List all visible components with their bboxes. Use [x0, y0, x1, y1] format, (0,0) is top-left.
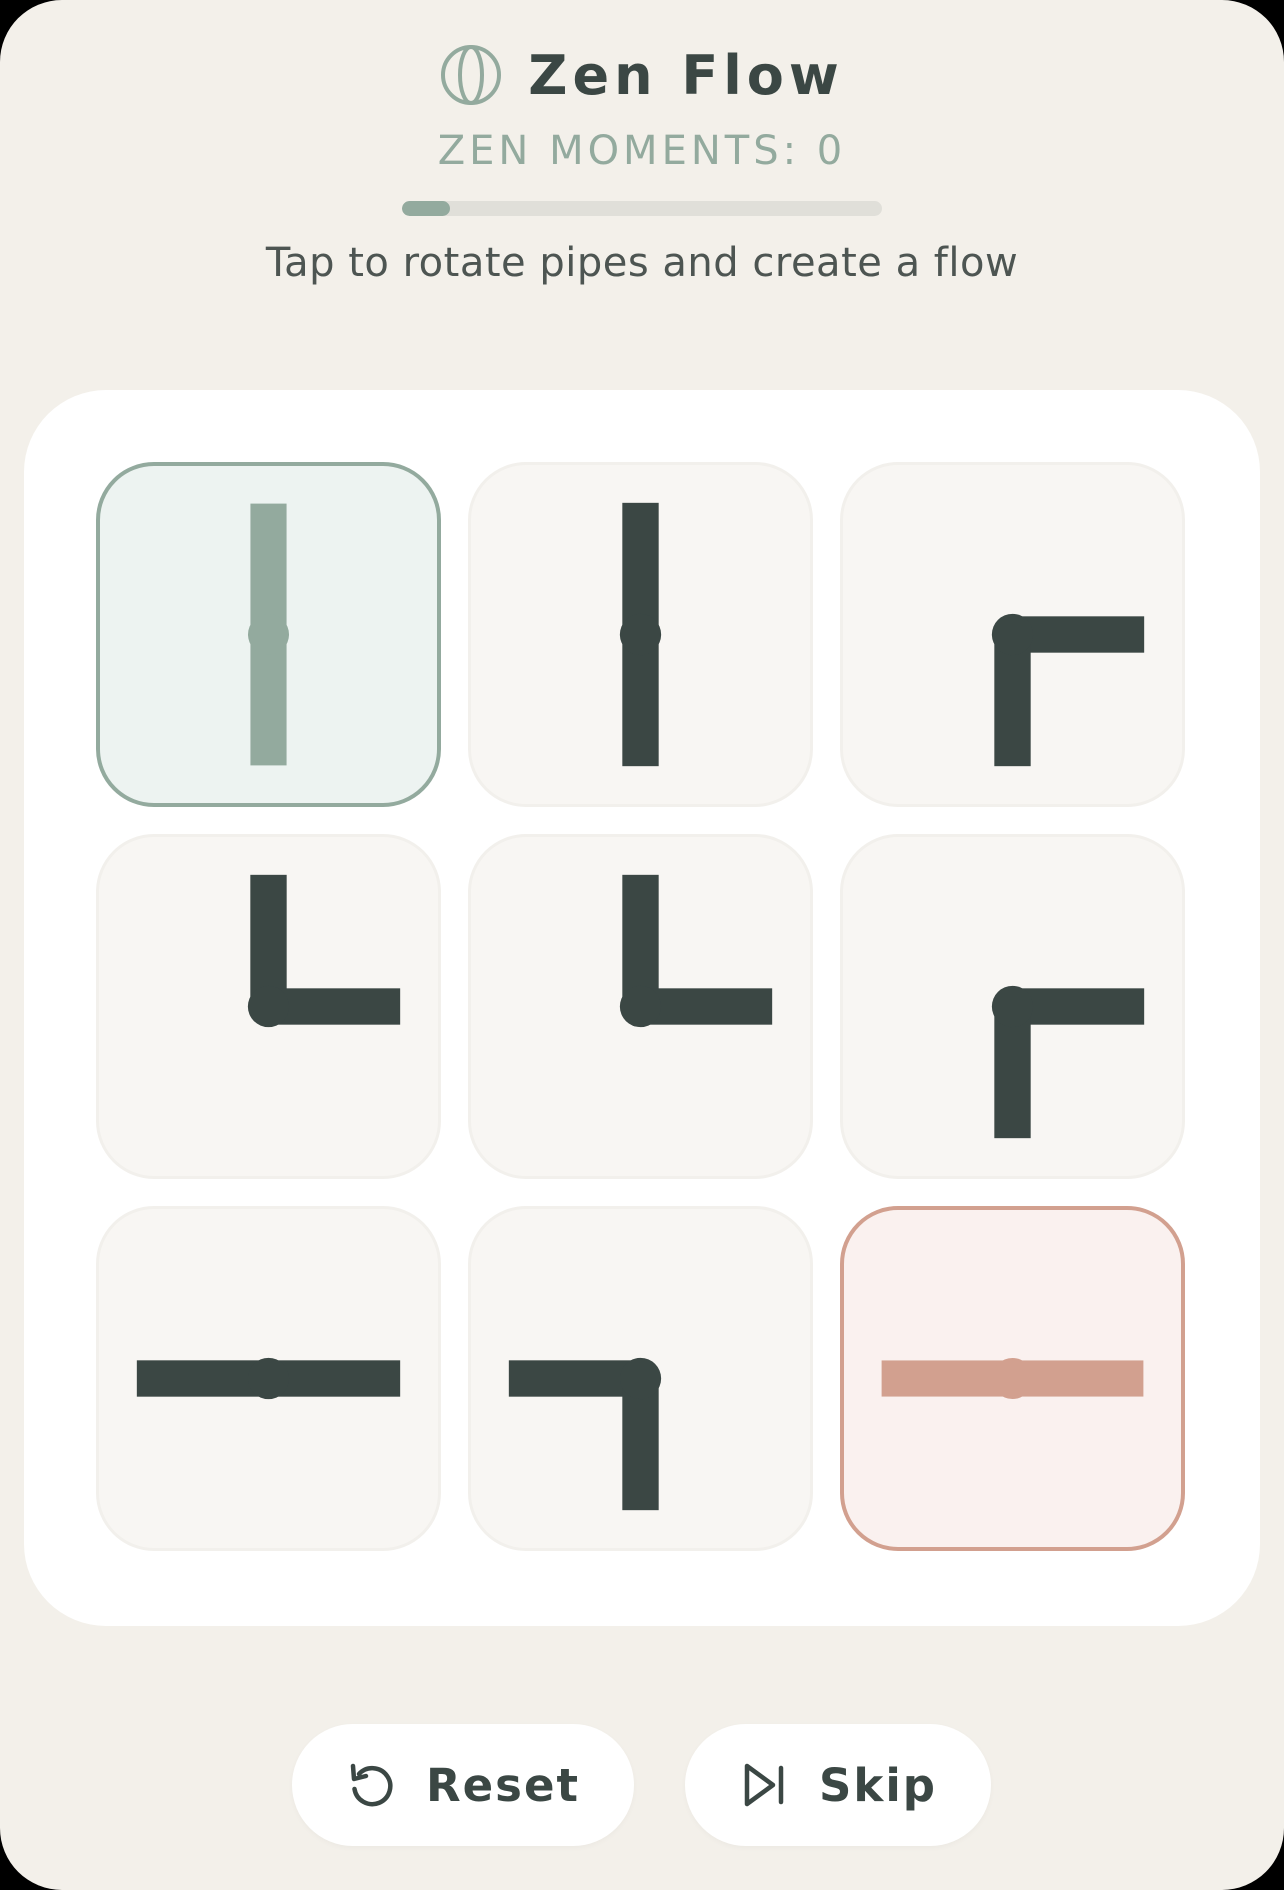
pipe-tile[interactable]	[468, 462, 813, 807]
skip-button[interactable]: Skip	[685, 1724, 991, 1846]
puzzle-board	[24, 390, 1260, 1626]
instruction-text: Tap to rotate pipes and create a flow	[265, 240, 1019, 286]
pipe-tile[interactable]	[840, 834, 1185, 1179]
elbow-pipe-icon	[619, 874, 773, 1028]
progress-bar-fill	[402, 201, 450, 216]
pipe-joint-dot	[991, 613, 1034, 656]
zen-circle-icon	[441, 45, 502, 105]
pipe-joint-dot	[247, 613, 290, 656]
pipe-joint-dot	[247, 1357, 290, 1400]
reset-button[interactable]: Reset	[292, 1724, 634, 1846]
pipe-joint-dot	[619, 985, 662, 1028]
game-title: Zen Flow	[528, 43, 844, 107]
pipe-tile[interactable]	[96, 1206, 441, 1551]
pipe-joint-dot	[247, 985, 290, 1028]
reset-button-label: Reset	[426, 1758, 580, 1812]
straight-pipe-icon	[881, 1357, 1144, 1400]
elbow-pipe-icon	[508, 1357, 662, 1511]
start-tile[interactable]	[96, 462, 441, 807]
end-tile[interactable]	[840, 1206, 1185, 1551]
pipe-joint-dot	[991, 1357, 1034, 1400]
title-row: Zen Flow	[0, 40, 1284, 110]
zen-moments-counter: ZEN MOMENTS: 0	[437, 128, 847, 174]
pipe-tile[interactable]	[468, 1206, 813, 1551]
straight-pipe-icon	[136, 1357, 401, 1400]
straight-pipe-icon	[247, 503, 290, 766]
pipe-joint-dot	[991, 985, 1034, 1028]
rotate-ccw-icon	[350, 1763, 393, 1807]
skip-button-label: Skip	[819, 1758, 937, 1812]
straight-pipe-icon	[619, 502, 662, 767]
progress-bar	[402, 201, 882, 216]
elbow-pipe-icon	[247, 874, 401, 1028]
pipe-tile[interactable]	[840, 462, 1185, 807]
skip-forward-icon	[744, 1763, 784, 1807]
pipe-tile[interactable]	[96, 834, 441, 1179]
game-screen: Zen Flow ZEN MOMENTS: 0 Tap to rotate pi…	[0, 0, 1284, 1890]
pipe-joint-dot	[619, 613, 662, 656]
pipe-joint-dot	[619, 1357, 662, 1400]
pipe-tile[interactable]	[468, 834, 813, 1179]
elbow-pipe-icon	[991, 985, 1145, 1139]
elbow-pipe-icon	[991, 613, 1145, 767]
